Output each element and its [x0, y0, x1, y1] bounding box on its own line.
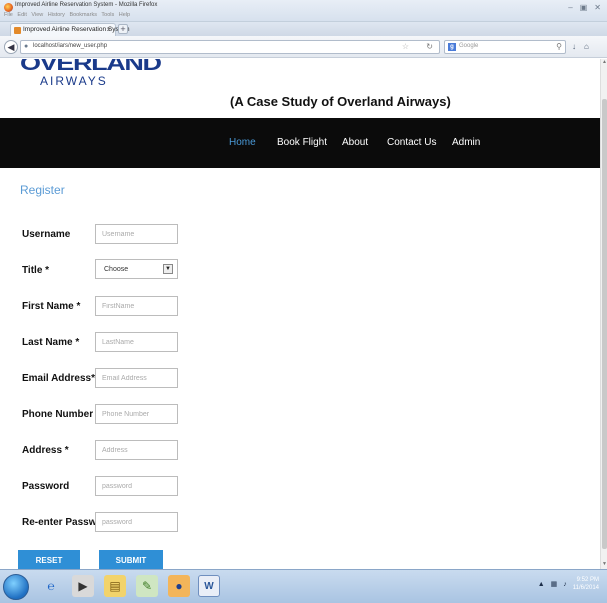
clock-date: 11/6/2014 — [572, 585, 599, 591]
nav-about[interactable]: About — [342, 137, 368, 148]
reenter-password-field[interactable] — [95, 512, 178, 532]
address-field[interactable] — [95, 440, 178, 460]
scroll-down-icon[interactable]: ▼ — [601, 561, 607, 569]
page-favicon-icon — [14, 27, 21, 34]
maximize-icon[interactable]: ▣ — [580, 3, 588, 12]
toolbar-icons: ↓ ⌂ — [572, 42, 589, 51]
password-label: Password — [22, 481, 70, 492]
tab-active[interactable]: Improved Airline Reservation System × — [10, 23, 130, 36]
close-icon[interactable]: ✕ — [594, 3, 601, 12]
scroll-thumb[interactable] — [602, 99, 607, 549]
search-bar[interactable]: g Google ⚲ — [444, 40, 566, 54]
title-select[interactable]: Choose ▼ — [95, 259, 178, 279]
google-icon[interactable]: g — [448, 43, 456, 51]
notepad-icon[interactable]: ✎ — [136, 575, 158, 597]
tab-close-icon[interactable]: × — [106, 25, 111, 34]
first-name-label: First Name * — [22, 301, 81, 312]
bookmark-star-icon[interactable]: ☆ — [402, 42, 409, 51]
firefox-taskbar-icon[interactable]: ● — [168, 575, 190, 597]
firefox-icon — [4, 3, 13, 12]
volume-icon[interactable]: ♪ — [563, 581, 567, 588]
email-field[interactable] — [95, 368, 178, 388]
minimize-icon[interactable]: – — [568, 3, 572, 12]
download-icon[interactable]: ↓ — [572, 42, 576, 51]
title-select-value: Choose — [104, 266, 129, 273]
menu-history[interactable]: History — [48, 12, 65, 18]
reload-icon[interactable]: ↻ — [426, 42, 433, 51]
internet-explorer-icon[interactable]: ℮ — [40, 575, 62, 597]
menu-bookmarks[interactable]: Bookmarks — [69, 12, 97, 18]
logo-airways: AIRWAYS — [40, 74, 108, 88]
email-label: Email Address* — [22, 373, 95, 384]
window-titlebar: Improved Airline Reservation System - Mo… — [0, 0, 607, 22]
windows-taskbar: ℮ ▶ ▤ ✎ ● W ▲ ▦ ♪ 9:52 PM 11/6/2014 — [0, 569, 607, 603]
start-button[interactable] — [3, 574, 29, 600]
username-label: Username — [22, 229, 71, 240]
media-player-icon[interactable]: ▶ — [72, 575, 94, 597]
username-field[interactable] — [95, 224, 178, 244]
menu-tools[interactable]: Tools — [101, 12, 114, 18]
scroll-up-icon[interactable]: ▲ — [601, 59, 607, 67]
back-button[interactable]: ◀ — [4, 40, 18, 54]
menu-view[interactable]: View — [31, 12, 43, 18]
site-subtitle: (A Case Study of Overland Airways) — [230, 94, 451, 109]
address-label: Address * — [22, 445, 69, 456]
system-tray: ▲ ▦ ♪ 9:52 PM 11/6/2014 — [538, 576, 599, 592]
menu-help[interactable]: Help — [119, 12, 130, 18]
first-name-field[interactable] — [95, 296, 178, 316]
title-label: Title * — [22, 265, 50, 276]
tray-arrow-icon[interactable]: ▲ — [538, 581, 545, 588]
clock[interactable]: 9:52 PM 11/6/2014 — [573, 576, 599, 592]
main-navigation: Home Book Flight About Contact Us Admin — [0, 118, 600, 168]
phone-label: Phone Number * — [22, 409, 100, 420]
register-heading: Register — [20, 183, 65, 197]
page-scrollbar[interactable]: ▲ ▼ — [600, 59, 607, 569]
nav-home[interactable]: Home — [229, 137, 256, 148]
chevron-down-icon[interactable]: ▼ — [163, 264, 173, 274]
site-identity-icon[interactable]: ● — [24, 43, 28, 50]
address-bar[interactable]: ● localhost/iars/new_user.php ☆ ↻ — [20, 40, 440, 54]
menu-edit[interactable]: Edit — [17, 12, 26, 18]
nav-book-flight[interactable]: Book Flight — [277, 137, 327, 148]
page-content: OVERLAND AIRWAYS (A Case Study of Overla… — [0, 59, 600, 569]
last-name-field[interactable] — [95, 332, 178, 352]
new-tab-button[interactable]: + — [118, 24, 128, 34]
submit-button[interactable]: SUBMIT — [99, 550, 163, 569]
word-icon[interactable]: W — [198, 575, 220, 597]
window-title: Improved Airline Reservation System - Mo… — [15, 2, 158, 8]
tab-bar: Improved Airline Reservation System × + — [0, 22, 607, 36]
clock-time: 9:52 PM — [576, 577, 599, 583]
navigation-toolbar: ◀ ● localhost/iars/new_user.php ☆ ↻ g Go… — [0, 36, 607, 58]
menu-file[interactable]: File — [4, 12, 13, 18]
tab-label: Improved Airline Reservation System — [23, 26, 130, 33]
file-explorer-icon[interactable]: ▤ — [104, 575, 126, 597]
network-icon[interactable]: ▦ — [551, 580, 558, 588]
home-icon[interactable]: ⌂ — [584, 42, 589, 51]
phone-field[interactable] — [95, 404, 178, 424]
search-engine-label: Google — [459, 43, 479, 49]
password-field[interactable] — [95, 476, 178, 496]
search-icon[interactable]: ⚲ — [556, 42, 562, 51]
window-controls: – ▣ ✕ — [568, 3, 601, 12]
nav-admin[interactable]: Admin — [452, 137, 480, 148]
last-name-label: Last Name * — [22, 337, 80, 348]
menu-bar: File Edit View History Bookmarks Tools H… — [4, 12, 133, 18]
reset-button[interactable]: RESET — [18, 550, 80, 569]
url-text: localhost/iars/new_user.php — [33, 43, 108, 49]
nav-contact-us[interactable]: Contact Us — [387, 137, 436, 148]
